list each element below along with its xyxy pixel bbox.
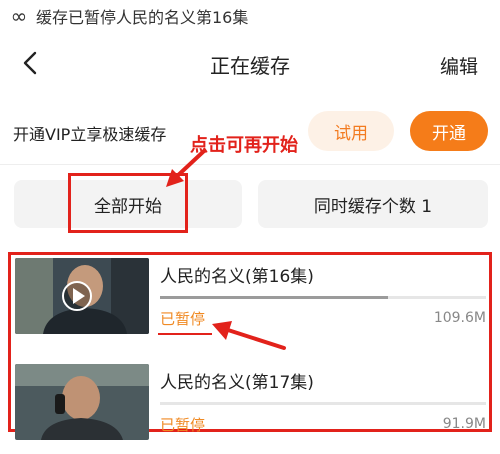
download-item[interactable]: 人民的名义(第17集) 已暂停 91.9M xyxy=(15,364,490,454)
concurrent-count-button[interactable]: 同时缓存个数 1 xyxy=(258,180,488,228)
file-size: 91.9M xyxy=(442,416,486,432)
page-title: 正在缓存 xyxy=(210,54,290,78)
video-thumbnail xyxy=(15,258,149,334)
status-bar: ∞ 缓存已暂停人民的名义第16集 xyxy=(0,0,500,32)
video-title: 人民的名义(第17集) xyxy=(160,373,314,393)
video-title: 人民的名义(第16集) xyxy=(160,267,314,287)
open-vip-button[interactable]: 开通 xyxy=(410,111,488,151)
header: 正在缓存 编辑 xyxy=(0,38,500,90)
edit-button[interactable]: 编辑 xyxy=(440,52,478,79)
annotation-arrow-icon xyxy=(166,149,206,187)
progress-fill xyxy=(160,296,389,299)
annotation-underline xyxy=(158,333,212,335)
status-label: 已暂停 xyxy=(160,310,206,328)
status-text: 缓存已暂停人民的名义第16集 xyxy=(36,8,249,27)
progress-bar xyxy=(160,296,486,299)
file-size: 109.6M xyxy=(433,310,486,326)
divider xyxy=(0,164,500,165)
vip-promo-text: 开通VIP立享极速缓存 xyxy=(13,125,167,144)
trial-button[interactable]: 试用 xyxy=(308,111,394,151)
infinity-icon: ∞ xyxy=(10,4,28,28)
annotation-arrow-icon xyxy=(212,321,286,350)
video-thumbnail xyxy=(15,364,149,440)
progress-bar xyxy=(160,402,486,405)
